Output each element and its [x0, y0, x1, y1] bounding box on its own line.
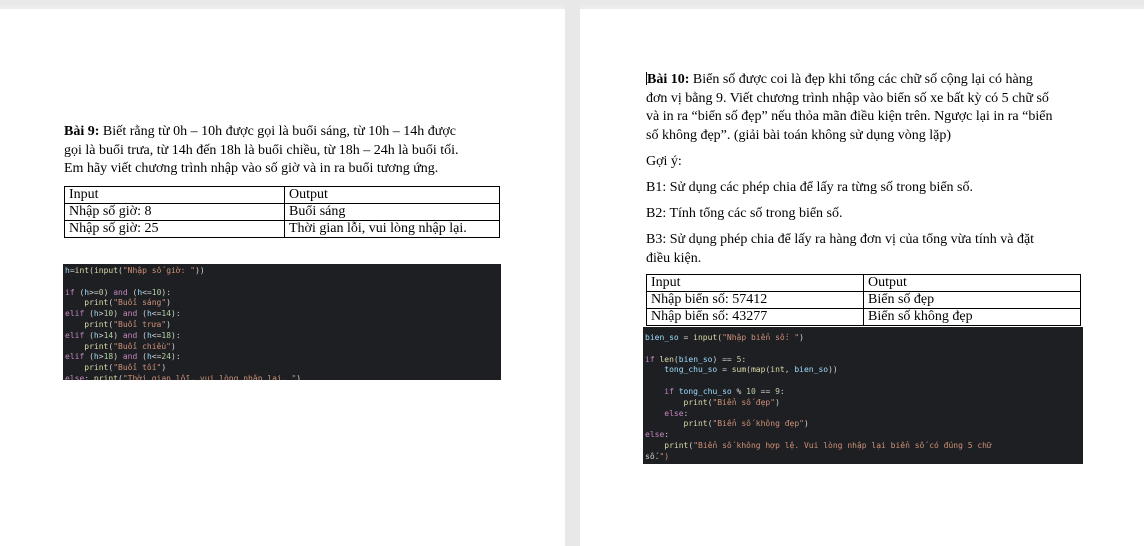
- code-line: if (h>=0) and (h<=10):: [65, 287, 172, 297]
- code-line: tong_chu_so = sum(map(int, bien_so)): [664, 365, 838, 375]
- bai10-text-line-3: và in ra “biển số đẹp” nếu thỏa mãn điều…: [646, 109, 1053, 124]
- code-line: số."): [645, 451, 670, 461]
- bai10-io-table: Input Output Nhập biển số: 57412 Biển số…: [646, 274, 1081, 326]
- bai9-io-table: Input Output Nhập số giờ: 8 Buổi sáng Nh…: [64, 186, 500, 238]
- code-line: print("Buổi sáng"): [84, 298, 171, 308]
- table-header-row: Input Output: [646, 274, 1081, 292]
- table-row: Nhập số giờ: 8 Buổi sáng: [64, 203, 500, 221]
- code-line: print("Buổi trưa"): [84, 319, 171, 329]
- table-cell-input: Nhập biển số: 43277: [646, 308, 864, 326]
- table-row: Nhập số giờ: 25 Thời gian lỗi, vui lòng …: [64, 220, 500, 238]
- table-cell-output: Biển số không đẹp: [863, 308, 1081, 326]
- code-line: else: print("Thời gian lỗi, vui lòng nhậ…: [65, 373, 302, 380]
- bai10-title: Bài 10:: [647, 72, 690, 87]
- code-line: if len(bien_so) == 5:: [645, 354, 747, 364]
- bai9-code-block: h=int(input("Nhập số giờ: ")) if (h>=0) …: [63, 264, 501, 380]
- code-line: else:: [664, 408, 689, 418]
- bai10-code-block: bien_so = input("Nhập biển số: ") if len…: [643, 327, 1083, 464]
- table-header-output: Output: [284, 186, 500, 204]
- table-row: Nhập biển số: 57412 Biển số đẹp: [646, 291, 1081, 309]
- table-header-row: Input Output: [64, 186, 500, 204]
- table-header-output: Output: [863, 274, 1081, 292]
- code-line: print("Buổi tối"): [84, 363, 167, 373]
- bai9-title: Bài 9:: [64, 124, 100, 139]
- table-cell-output: Buổi sáng: [284, 203, 500, 221]
- table-cell-output: Biển số đẹp: [863, 291, 1081, 309]
- table-cell-input: Nhập số giờ: 8: [64, 203, 285, 221]
- code-line: print("Buổi chiều"): [84, 341, 176, 351]
- code-line: elif (h>14) and (h<=18):: [65, 330, 181, 340]
- hint-step-b3-line-2: điều kiện.: [646, 250, 702, 266]
- bai9-text-line-2: gọi là buổi trưa, từ 14h đến 18h là buổi…: [64, 142, 459, 158]
- hint-label: Gợi ý:: [646, 154, 682, 169]
- hint-step-b3-line-1: B3: Sử dụng phép chia để lấy ra hàng đơn…: [646, 232, 1035, 247]
- bai9-text-line-3: Em hãy viết chương trình nhập vào số giờ…: [64, 161, 439, 176]
- bai9-paragraph: Bài 9: Biết rằng từ 0h – 10h được gọi là…: [64, 123, 544, 179]
- code-line: print("Biển số không đẹp"): [683, 419, 809, 429]
- bai10-text-line-4: số không đẹp”. (giải bài toán không sử d…: [646, 127, 952, 143]
- code-line: elif (h>10) and (h<=14):: [65, 309, 181, 319]
- bai10-text-line-2: đơn vị bằng 9. Viết chương trình nhập và…: [646, 90, 1049, 106]
- code-line: else:: [645, 430, 670, 440]
- document-page-left: Bài 9: Biết rằng từ 0h – 10h được gọi là…: [0, 5, 565, 546]
- document-page-right: Bài 10: Biển số được coi là đẹp khi tổng…: [580, 5, 1144, 546]
- bai9-text-line-1: Biết rằng từ 0h – 10h được gọi là buổi s…: [102, 124, 457, 139]
- table-header-input: Input: [64, 186, 285, 204]
- table-row: Nhập biển số: 43277 Biển số không đẹp: [646, 308, 1081, 326]
- code-line: print("Biển số không hợp lệ. Vui lòng nh…: [664, 440, 992, 450]
- hint-step-b1: B1: Sử dụng các phép chia để lấy ra từng…: [646, 180, 973, 195]
- code-line: h=int(input("Nhập số giờ: ")): [65, 266, 205, 275]
- bai10-paragraph: Bài 10: Biển số được coi là đẹp khi tổng…: [646, 71, 1086, 145]
- page-top-divider: [580, 5, 1144, 9]
- hint-step-b2: B2: Tính tổng các số trong biển số.: [646, 206, 843, 221]
- table-cell-input: Nhập biển số: 57412: [646, 291, 864, 309]
- code-line: elif (h>18) and (h<=24):: [65, 352, 181, 362]
- code-line: bien_so = input("Nhập biển số: "): [645, 333, 804, 342]
- table-cell-output: Thời gian lỗi, vui lòng nhập lại.: [284, 220, 500, 238]
- page-top-divider: [0, 5, 565, 9]
- code-line: print("Biển số đẹp"): [683, 397, 780, 407]
- table-header-input: Input: [646, 274, 864, 292]
- table-cell-input: Nhập số giờ: 25: [64, 220, 285, 238]
- hint-step-b3: B3: Sử dụng phép chia để lấy ra hàng đơn…: [646, 231, 1086, 268]
- code-line: if tong_chu_so % 10 == 9:: [664, 386, 785, 396]
- bai10-text-line-1: Biển số được coi là đẹp khi tổng các chữ…: [692, 72, 1033, 87]
